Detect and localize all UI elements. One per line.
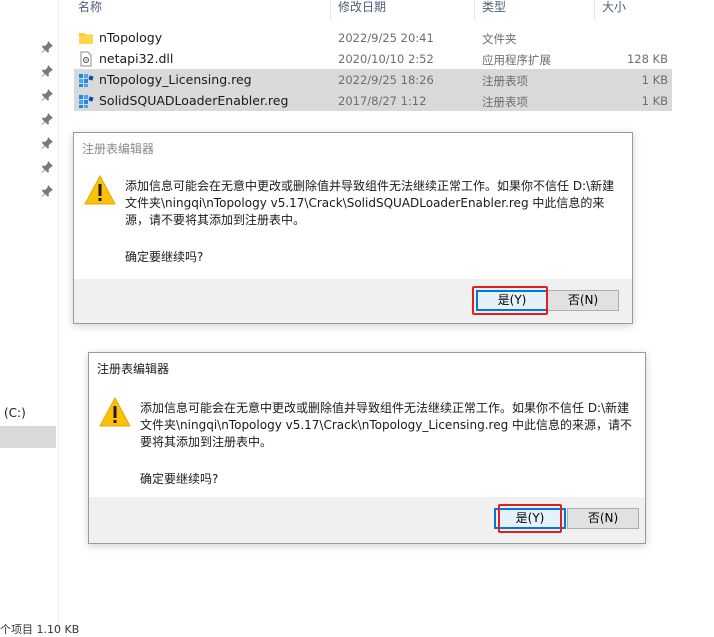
warning-icon [83,174,117,206]
file-name: netapi32.dll [99,51,174,66]
pin-icon[interactable] [40,64,54,78]
dialog-title: 注册表编辑器 [97,362,170,376]
dialog-message: 添加信息可能会在无意中更改或删除值并导致组件无法继续正常工作。如果你不信任 D:… [125,179,615,227]
column-header-name[interactable]: 名称 [78,0,102,20]
column-header-size[interactable]: 大小 [602,0,626,20]
pin-icon[interactable] [40,88,54,102]
file-date: 2017/8/27 1:12 [338,94,427,108]
pin-icon[interactable] [40,160,54,174]
file-size: 1 KB [641,94,668,108]
file-type: 应用程序扩展 [482,53,551,67]
file-date: 2020/10/10 2:52 [338,52,434,66]
navigation-pane [0,0,58,629]
registry-editor-dialog: 注册表编辑器 添加信息可能会在无意中更改或删除值并导致组件无法继续正常工作。如果… [73,132,633,324]
column-header-date[interactable]: 修改日期 [338,0,386,20]
dialog-confirm-text: 确定要继续吗? [140,472,219,486]
warning-icon [98,396,132,428]
nav-item-drive-c[interactable]: (C:) [0,404,56,424]
nav-item-selected[interactable] [0,426,56,448]
registry-editor-dialog: 注册表编辑器 添加信息可能会在无意中更改或删除值并导致组件无法继续正常工作。如果… [88,352,646,544]
column-header-row: 名称 修改日期 类型 大小 [74,0,674,20]
dialog-confirm-text: 确定要继续吗? [125,250,204,264]
registry-file-icon [78,93,94,109]
no-button[interactable]: 否(N) [547,290,619,311]
file-type: 注册表项 [482,74,528,88]
file-type: 注册表项 [482,95,528,109]
status-bar-text: 个项目 1.10 KB [0,623,80,636]
red-highlight-box [498,504,562,533]
file-date: 2022/9/25 18:26 [338,73,434,87]
file-size: 1 KB [641,73,668,87]
file-size: 128 KB [626,52,668,66]
dll-file-icon [78,51,94,67]
dialog-footer: 是(Y) 否(N) [74,279,632,323]
file-name: nTopology [99,30,163,45]
file-name: nTopology_Licensing.reg [99,72,252,87]
no-button[interactable]: 否(N) [567,508,639,529]
folder-icon [78,30,94,46]
pin-icon[interactable] [40,136,54,150]
file-name: SolidSQUADLoaderEnabler.reg [99,93,289,108]
column-divider[interactable] [594,0,595,20]
dialog-message: 添加信息可能会在无意中更改或删除值并导致组件无法继续正常工作。如果你不信任 D:… [140,401,633,449]
file-row[interactable]: nTopology 2022/9/25 20:41 文件夹 [74,27,672,48]
file-row[interactable]: SolidSQUADLoaderEnabler.reg 2017/8/27 1:… [74,90,672,111]
pin-icon[interactable] [40,40,54,54]
column-divider[interactable] [330,0,331,20]
column-header-type[interactable]: 类型 [482,0,506,20]
column-divider[interactable] [474,0,475,20]
file-row[interactable]: nTopology_Licensing.reg 2022/9/25 18:26 … [74,69,672,90]
pane-divider [58,0,59,629]
registry-file-icon [78,72,94,88]
file-type: 文件夹 [482,32,517,46]
file-date: 2022/9/25 20:41 [338,31,434,45]
pin-icon[interactable] [40,112,54,126]
drive-label: (C:) [4,406,26,420]
pin-icon[interactable] [40,184,54,198]
file-row[interactable]: netapi32.dll 2020/10/10 2:52 应用程序扩展 128 … [74,48,672,69]
red-highlight-box [472,286,548,315]
dialog-footer: 是(Y) 否(N) [89,497,645,543]
dialog-title: 注册表编辑器 [82,142,155,156]
